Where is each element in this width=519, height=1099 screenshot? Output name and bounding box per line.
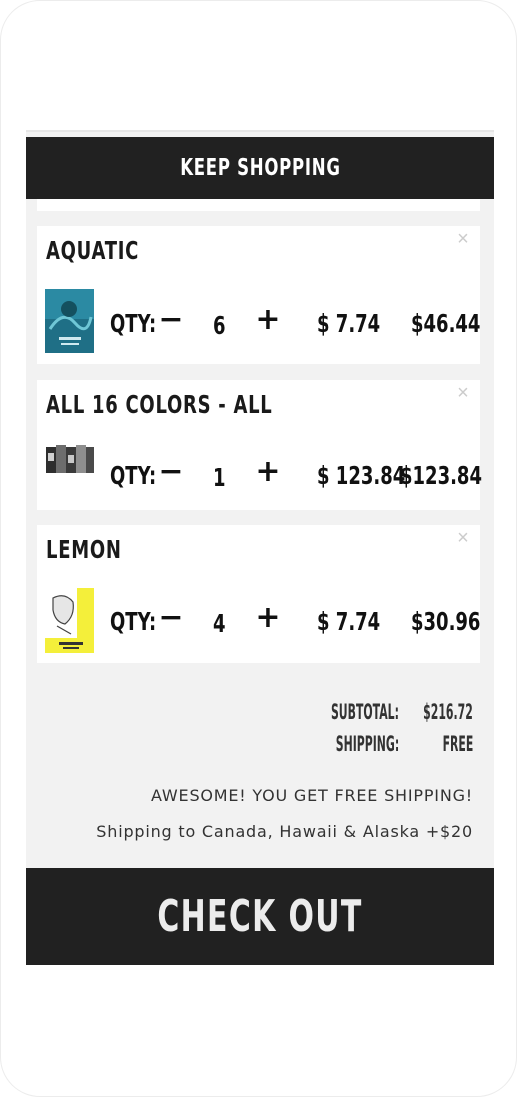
increase-qty-button[interactable]: + [253,603,283,634]
qty-value: 4 [213,609,226,638]
checkout-button[interactable]: CHECK OUT [26,868,494,965]
keep-shopping-button[interactable]: KEEP SHOPPING [26,137,494,199]
unit-price: $ 123.84 [317,461,406,490]
subtotal-value: $216.72 [423,700,473,724]
extra-shipping-note: Shipping to Canada, Hawaii & Alaska +$20 [96,822,473,841]
subtotal-label: SUBTOTAL: [330,700,399,724]
product-thumbnail[interactable] [45,443,94,477]
line-total: $30.96 [411,607,481,636]
item-name: LEMON [46,535,122,564]
item-name: AQUATIC [46,236,140,265]
cart-item: LEMON × QTY: − 4 + $ 7.74 $30.96 [37,525,480,663]
cart-item: AQUATIC × QTY: − 6 + $ 7.74 $46.44 [37,226,480,364]
product-thumbnail[interactable] [45,289,94,353]
increase-qty-button[interactable]: + [253,457,283,488]
qty-label: QTY: [110,309,157,338]
remove-item-icon[interactable]: × [454,383,472,403]
remove-item-icon[interactable]: × [454,229,472,249]
cart-drawer: KEEP SHOPPING AQUATIC × QTY: − 6 + $ 7.7… [26,130,494,965]
remove-item-icon[interactable]: × [454,528,472,548]
item-name: ALL 16 COLORS - ALL [46,390,273,419]
shipping-value: FREE [442,732,473,756]
increase-qty-button[interactable]: + [253,305,283,336]
qty-label: QTY: [110,607,157,636]
qty-label: QTY: [110,461,157,490]
subtotal-row: SUBTOTAL: $216.72 [173,697,473,727]
decrease-qty-button[interactable]: − [156,603,186,634]
cart-item-partial [37,199,480,211]
unit-price: $ 7.74 [317,607,381,636]
checkout-label: CHECK OUT [157,891,363,942]
unit-price: $ 7.74 [317,309,381,338]
qty-value: 1 [213,463,226,492]
decrease-qty-button[interactable]: − [156,305,186,336]
line-total: $123.84 [400,461,482,490]
free-shipping-message: AWESOME! YOU GET FREE SHIPPING! [151,786,473,805]
cart-item: ALL 16 COLORS - ALL × QTY: − 1 + $ 123.8… [37,380,482,510]
line-total: $46.44 [411,309,481,338]
decrease-qty-button[interactable]: − [156,457,186,488]
product-thumbnail[interactable] [45,588,94,653]
keep-shopping-label: KEEP SHOPPING [179,155,341,181]
shipping-row: SHIPPING: FREE [173,729,473,759]
qty-value: 6 [213,311,226,340]
shipping-label: SHIPPING: [335,732,399,756]
